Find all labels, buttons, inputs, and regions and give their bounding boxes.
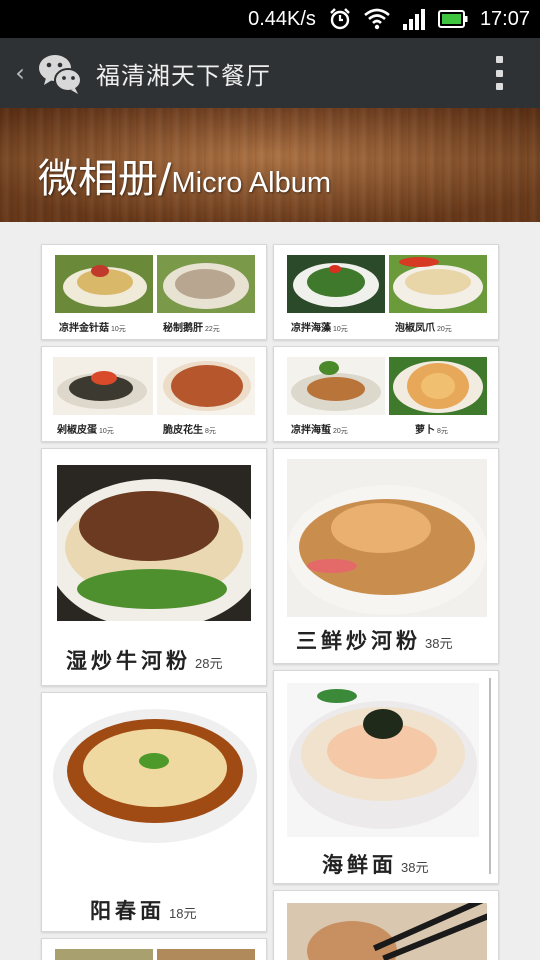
dish-price: 28元 (195, 656, 223, 671)
dish-price: 10元 (99, 428, 114, 435)
dish-price: 18元 (169, 906, 197, 921)
dish-price: 8元 (437, 428, 448, 435)
photo-card[interactable] (273, 890, 499, 960)
dish-photo (57, 465, 251, 621)
dish-price: 8元 (205, 428, 216, 435)
alarm-icon (328, 7, 352, 31)
network-speed: 0.44K/s (248, 7, 316, 30)
dish-photo (55, 949, 153, 960)
dish-photo (157, 357, 255, 415)
banner-title: 微相册/Micro Album (38, 146, 331, 204)
dish-caption: 萝卜 8元 (415, 421, 448, 436)
dish-caption: 秘制鹅肝 22元 (163, 319, 220, 334)
dish-name: 阳春面 (90, 898, 165, 923)
dish-photo (55, 255, 153, 313)
dish-photo (157, 255, 255, 313)
photo-card[interactable]: 凉拌海藻 10元 泡椒凤爪 20元 (273, 244, 499, 340)
battery-icon (437, 9, 468, 29)
page-title: 福清湘天下餐厅 (96, 61, 271, 90)
dish-caption: 凉拌金针菇 10元 (59, 319, 126, 334)
scrollbar[interactable] (489, 678, 491, 874)
dish-caption: 凉拌海蜇 20元 (291, 421, 348, 436)
photo-card[interactable]: 湿炒牛河粉 28元 (41, 448, 267, 686)
signal-icon (402, 8, 426, 30)
dish-name: 脆皮花生 (163, 425, 203, 436)
dish-photo (287, 459, 487, 617)
dish-price: 10元 (333, 326, 348, 333)
dish-name: 三鲜炒河粉 (296, 628, 421, 653)
photo-card[interactable]: 阳春面 18元 (41, 692, 267, 932)
dish-photo (287, 903, 487, 960)
dish-name: 泡椒凤爪 (395, 323, 435, 334)
album-banner: 微相册/Micro Album (0, 108, 540, 222)
banner-title-en: Micro Album (171, 167, 332, 199)
dish-price: 20元 (333, 428, 348, 435)
dish-caption: 阳春面 18元 (90, 895, 196, 925)
status-bar: 0.44K/s 17:07 (0, 0, 540, 38)
dish-photo (157, 949, 255, 960)
dish-name: 秘制鹅肝 (163, 323, 203, 334)
dish-price: 22元 (205, 326, 220, 333)
dish-caption: 泡椒凤爪 20元 (395, 319, 452, 334)
back-icon[interactable]: ‹ (6, 38, 34, 108)
dish-photo (287, 683, 479, 837)
dish-name: 萝卜 (415, 425, 435, 436)
photo-card[interactable]: 凉拌金针菇 10元 秘制鹅肝 22元 (41, 244, 267, 340)
dish-name: 湿炒牛河粉 (66, 648, 191, 673)
photo-card[interactable]: 海鲜面 38元 (273, 670, 499, 884)
photo-card[interactable] (41, 938, 267, 960)
photo-card[interactable]: 凉拌海蜇 20元 萝卜 8元 (273, 346, 499, 442)
banner-title-cn: 微相册/ (38, 156, 172, 202)
dish-photo (53, 709, 257, 873)
clock: 17:07 (479, 7, 530, 30)
dish-name: 剁椒皮蛋 (57, 425, 97, 436)
dish-caption: 海鲜面 38元 (322, 849, 428, 879)
dish-caption: 三鲜炒河粉 38元 (296, 625, 452, 655)
dish-caption: 凉拌海藻 10元 (291, 319, 348, 334)
dish-name: 凉拌海蜇 (291, 425, 331, 436)
album-grid: 凉拌金针菇 10元 秘制鹅肝 22元 剁椒皮蛋 10元 脆皮花生 8元 湿炒牛河粉 28元 (0, 222, 540, 960)
dish-price: 38元 (425, 636, 453, 651)
more-menu-icon[interactable] (496, 56, 504, 90)
dish-name: 海鲜面 (322, 852, 397, 877)
dish-photo (389, 255, 487, 313)
wechat-icon (36, 49, 84, 97)
dish-photo (287, 255, 385, 313)
photo-card[interactable]: 三鲜炒河粉 38元 (273, 448, 499, 664)
dish-photo (389, 357, 487, 415)
dish-price: 20元 (437, 326, 452, 333)
dish-photo (53, 357, 153, 415)
dish-price: 38元 (401, 860, 429, 875)
wifi-icon (364, 8, 390, 30)
dish-name: 凉拌海藻 (291, 323, 331, 334)
dish-photo (287, 357, 385, 415)
dish-caption: 湿炒牛河粉 28元 (66, 645, 222, 675)
dish-caption: 剁椒皮蛋 10元 (57, 421, 114, 436)
photo-card[interactable]: 剁椒皮蛋 10元 脆皮花生 8元 (41, 346, 267, 442)
dish-name: 凉拌金针菇 (59, 323, 109, 334)
dish-caption: 脆皮花生 8元 (163, 421, 216, 436)
title-bar: ‹ 福清湘天下餐厅 (0, 38, 540, 108)
dish-price: 10元 (111, 326, 126, 333)
